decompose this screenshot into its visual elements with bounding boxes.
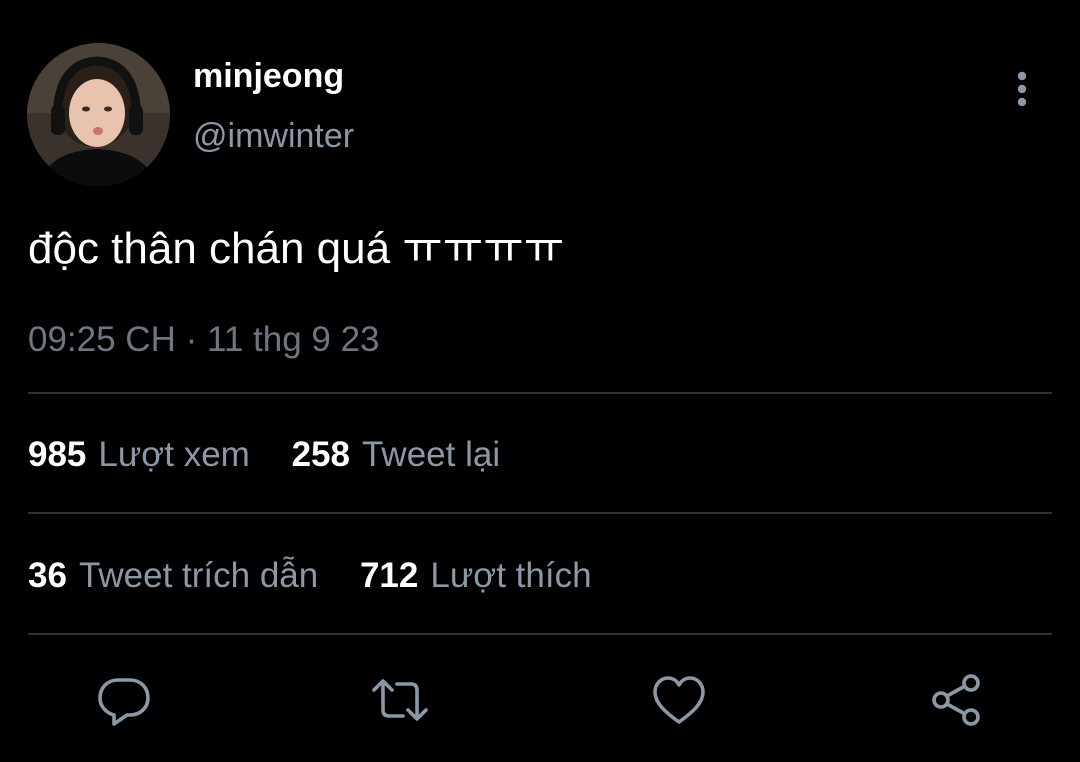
avatar-photo — [27, 43, 170, 186]
display-name[interactable]: minjeong — [193, 56, 344, 96]
divider — [28, 512, 1052, 514]
retweets-stat[interactable]: 258 Tweet lại — [292, 434, 501, 476]
share-icon[interactable] — [929, 672, 985, 728]
likes-label: Lượt thích — [430, 556, 592, 595]
retweets-count: 258 — [291, 435, 350, 474]
quotes-count: 36 — [28, 556, 67, 595]
tweet-text: độc thân chán quá ㅠㅠㅠㅠ — [28, 224, 565, 273]
views-count: 985 — [28, 435, 87, 474]
more-options-icon[interactable] — [1006, 70, 1038, 110]
likes-stat[interactable]: 712 Lượt thích — [360, 555, 592, 597]
like-icon[interactable] — [651, 672, 707, 728]
stats-row: 36 Tweet trích dẫn 712 Lượt thích — [28, 555, 624, 597]
divider — [28, 392, 1052, 394]
likes-count: 712 — [359, 556, 419, 595]
views-stat[interactable]: 985 Lượt xem — [28, 434, 250, 476]
retweets-label: Tweet lại — [361, 435, 501, 474]
divider — [28, 633, 1052, 635]
quotes-stat[interactable]: 36 Tweet trích dẫn — [28, 555, 318, 597]
reply-icon[interactable] — [96, 672, 152, 728]
quotes-label: Tweet trích dẫn — [78, 556, 319, 595]
user-handle[interactable]: @imwinter — [193, 116, 354, 156]
retweet-icon[interactable] — [372, 672, 428, 728]
avatar[interactable] — [27, 43, 170, 186]
stats-row: 985 Lượt xem 258 Tweet lại — [28, 434, 532, 476]
views-label: Lượt xem — [98, 435, 250, 474]
tweet-timestamp[interactable]: 09:25 CH · 11 thg 9 23 — [28, 319, 380, 361]
